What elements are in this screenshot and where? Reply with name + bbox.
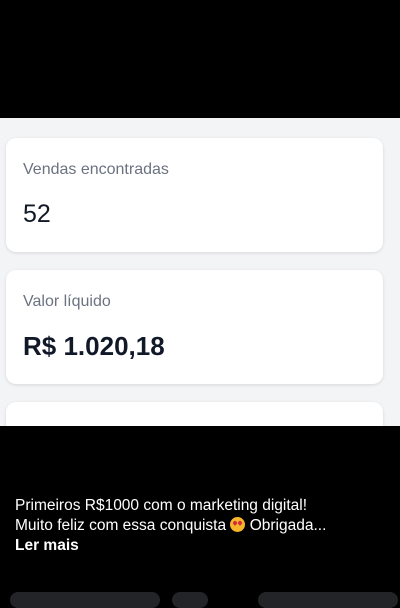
heart-eyes-emoji-icon	[230, 517, 246, 532]
caption-line-2-end: Obrigada...	[249, 517, 327, 534]
bottom-pill-2[interactable]	[172, 592, 208, 608]
post-caption: Primeiros R$1000 com o marketing digital…	[15, 496, 385, 556]
net-value-label: Valor líquido	[23, 293, 111, 310]
caption-line-1: Primeiros R$1000 com o marketing digital…	[15, 497, 308, 514]
caption-line-2: Muito feliz com essa conquista Obrigada.…	[15, 516, 385, 536]
sales-found-card: Vendas encontradas 52	[6, 138, 383, 252]
partial-card	[6, 402, 383, 426]
net-value-amount: R$ 1.020,18	[23, 331, 165, 361]
app-screenshot-area: Vendas encontradas 52 Valor líquido R$ 1…	[0, 118, 400, 426]
bottom-pill-1[interactable]	[10, 592, 160, 608]
net-value-card: Valor líquido R$ 1.020,18	[6, 270, 383, 384]
sales-found-value: 52	[23, 200, 51, 228]
caption-line-2-text: Muito feliz com essa conquista	[15, 517, 227, 534]
read-more-link[interactable]: Ler mais	[15, 536, 385, 556]
bottom-pill-3[interactable]	[258, 592, 398, 608]
sales-found-label: Vendas encontradas	[23, 161, 169, 178]
